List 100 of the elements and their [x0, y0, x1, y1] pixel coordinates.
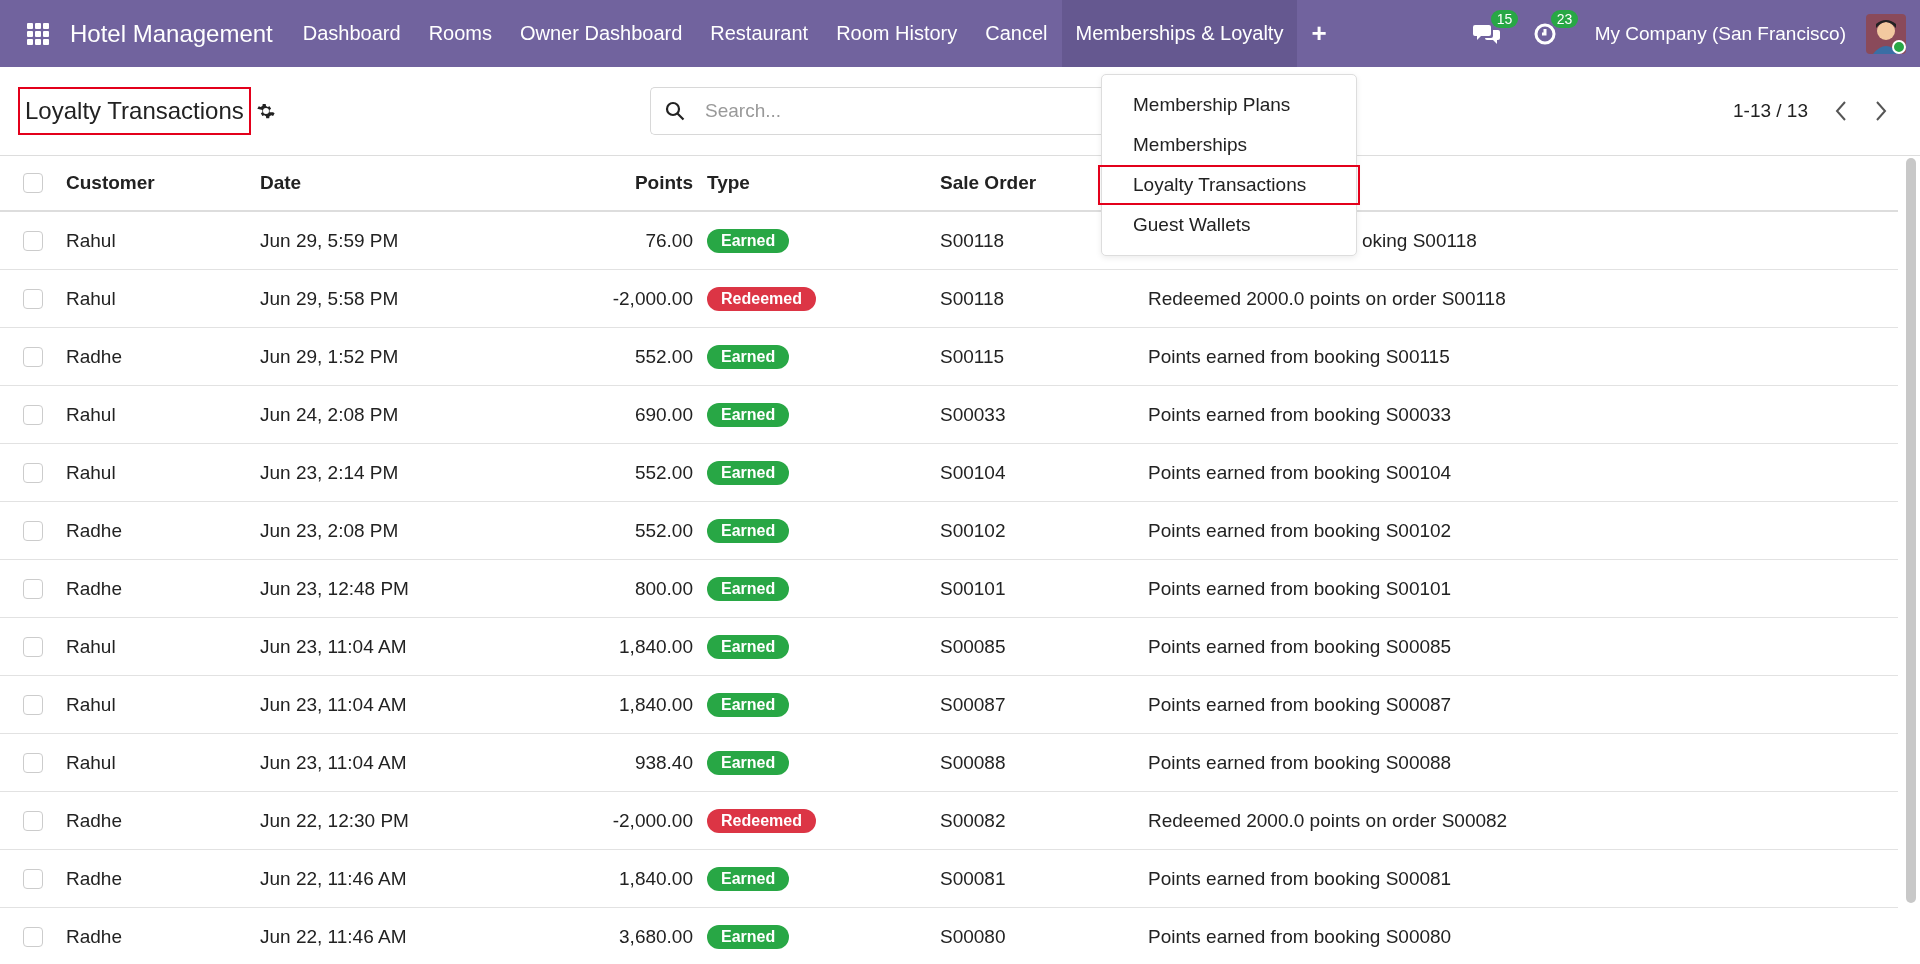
column-header[interactable]: Date: [260, 172, 470, 194]
dropdown-item[interactable]: Membership Plans: [1102, 85, 1356, 125]
column-header[interactable]: Type: [693, 172, 940, 194]
description-cell-text: Redeemed 2000.0 points on order S00118: [1148, 287, 1507, 310]
scrollbar[interactable]: [1906, 158, 1916, 903]
customer-cell-text: Radhe: [66, 809, 123, 832]
dropdown-item[interactable]: Memberships: [1102, 125, 1356, 165]
row-checkbox[interactable]: [23, 810, 43, 831]
dropdown-item[interactable]: Loyalty Transactions: [1098, 165, 1360, 205]
next-page-icon[interactable]: [1874, 100, 1888, 122]
customer-cell-text: Radhe: [66, 577, 123, 600]
description-cell-text: Points earned from booking S00088: [1148, 751, 1453, 774]
user-avatar[interactable]: [1866, 13, 1906, 54]
type-badge: Earned: [707, 344, 790, 369]
row-checkbox[interactable]: [23, 926, 43, 947]
customer-cell-text: Radhe: [66, 867, 123, 890]
type-badge: Redeemed: [707, 808, 816, 833]
points-cell-text: -2,000.00: [611, 809, 693, 832]
customer-cell-text: Rahul: [66, 229, 117, 252]
clock-icon[interactable]: [1532, 21, 1557, 46]
row-checkbox[interactable]: [23, 520, 43, 541]
select-all-checkbox[interactable]: [23, 173, 43, 193]
nav-menu-item[interactable]: Dashboard: [288, 0, 415, 67]
row-checkbox[interactable]: [23, 288, 43, 309]
customer-cell-text: Radhe: [66, 925, 123, 948]
row-checkbox[interactable]: [23, 230, 43, 251]
row-checkbox[interactable]: [23, 752, 43, 773]
points-cell-text: 800.00: [633, 577, 693, 600]
type-badge: Earned: [707, 402, 790, 427]
date-cell-text: Jun 22, 12:30 PM: [260, 809, 410, 832]
sale-order-cell-text: S00102: [940, 519, 1007, 542]
nav-menu-item[interactable]: Owner Dashboard: [506, 0, 697, 67]
type-badge: Earned: [707, 866, 790, 891]
column-header[interactable]: Customer: [66, 172, 260, 194]
sale-order-cell-text: S00082: [940, 809, 1007, 832]
sale-order-cell-text: S00104: [940, 461, 1007, 484]
points-cell-text: 1,840.00: [618, 693, 693, 716]
customer-cell-text: Rahul: [66, 287, 117, 310]
dropdown-item[interactable]: Guest Wallets: [1102, 205, 1356, 245]
row-checkbox[interactable]: [23, 462, 43, 483]
row-checkbox[interactable]: [23, 346, 43, 367]
date-cell-text: Jun 23, 2:08 PM: [260, 519, 400, 542]
row-checkbox[interactable]: [23, 404, 43, 425]
customer-cell-text: Rahul: [66, 635, 117, 658]
description-cell-text: Points earned from booking S00081: [1148, 867, 1453, 890]
app-title[interactable]: Hotel Management: [70, 19, 273, 48]
description-cell-text: Points earned from booking S00102: [1148, 519, 1453, 542]
type-badge: Redeemed: [707, 286, 816, 311]
nav-menu-item[interactable]: Cancel: [971, 0, 1062, 67]
sale-order-cell-text: S00115: [940, 345, 1006, 368]
points-cell-text: 76.00: [644, 229, 693, 252]
row-checkbox[interactable]: [23, 694, 43, 715]
date-cell-text: Jun 23, 11:04 AM: [260, 693, 408, 716]
date-cell-text: Jun 22, 11:46 AM: [260, 867, 408, 890]
sale-order-cell-text: S00118: [940, 287, 1006, 310]
search-field[interactable]: Search...: [650, 87, 1102, 135]
description-cell-text: Points earned from booking S00087: [1148, 693, 1453, 716]
points-cell-text: 552.00: [633, 345, 693, 368]
type-badge: Earned: [707, 460, 790, 485]
settings-icon[interactable]: [256, 102, 275, 120]
sale-order-cell-text: S00101: [940, 577, 1007, 600]
type-badge: Earned: [707, 924, 790, 949]
description-cell-text: Points earned from booking S00101: [1148, 577, 1453, 600]
description-cell-text: oking S00118: [1361, 229, 1478, 252]
customer-cell-text: Rahul: [66, 461, 117, 484]
type-badge: Earned: [707, 228, 790, 253]
sale-order-cell-text: S00088: [940, 751, 1007, 774]
type-badge: Earned: [707, 634, 790, 659]
sale-order-cell-text: S00081: [940, 867, 1007, 890]
add-menu-button[interactable]: +: [1311, 18, 1327, 49]
sale-order-cell-text: S00033: [940, 403, 1007, 426]
date-cell-text: Jun 22, 11:46 AM: [260, 925, 408, 948]
points-cell-text: 1,840.00: [618, 635, 693, 658]
previous-page-icon[interactable]: [1834, 100, 1848, 122]
nav-menu-item[interactable]: Rooms: [414, 0, 506, 67]
column-header[interactable]: Points: [470, 172, 693, 194]
nav-menu-item[interactable]: Memberships & Loyalty: [1061, 0, 1298, 67]
company-switcher[interactable]: My Company (San Francisco): [1594, 22, 1846, 45]
date-cell-text: Jun 29, 1:52 PM: [260, 345, 400, 368]
row-checkbox[interactable]: [23, 868, 43, 889]
type-badge: Earned: [707, 518, 790, 543]
nav-menu-item[interactable]: Restaurant: [696, 0, 823, 67]
nav-menu-item[interactable]: Room History: [822, 0, 972, 67]
message-count-badge: 15: [1490, 9, 1519, 28]
apps-grid-icon[interactable]: [26, 21, 50, 46]
date-cell-text: Jun 23, 2:14 PM: [260, 461, 400, 484]
customer-cell-text: Radhe: [66, 345, 123, 368]
search-icon: [665, 101, 685, 121]
type-badge: Earned: [707, 692, 790, 717]
points-cell-text: 3,680.00: [618, 925, 693, 948]
points-cell-text: -2,000.00: [611, 287, 693, 310]
description-cell-text: Redeemed 2000.0 points on order S00082: [1148, 809, 1509, 832]
date-cell-text: Jun 23, 11:04 AM: [260, 751, 408, 774]
row-checkbox[interactable]: [23, 578, 43, 599]
row-checkbox[interactable]: [23, 636, 43, 657]
sale-order-cell-text: S00087: [940, 693, 1007, 716]
pager-value: 1-13 / 13: [1733, 100, 1808, 122]
sale-order-cell-text: S00118: [940, 229, 1006, 252]
description-cell-text: Points earned from booking S00115: [1148, 345, 1451, 368]
date-cell-text: Jun 24, 2:08 PM: [260, 403, 400, 426]
